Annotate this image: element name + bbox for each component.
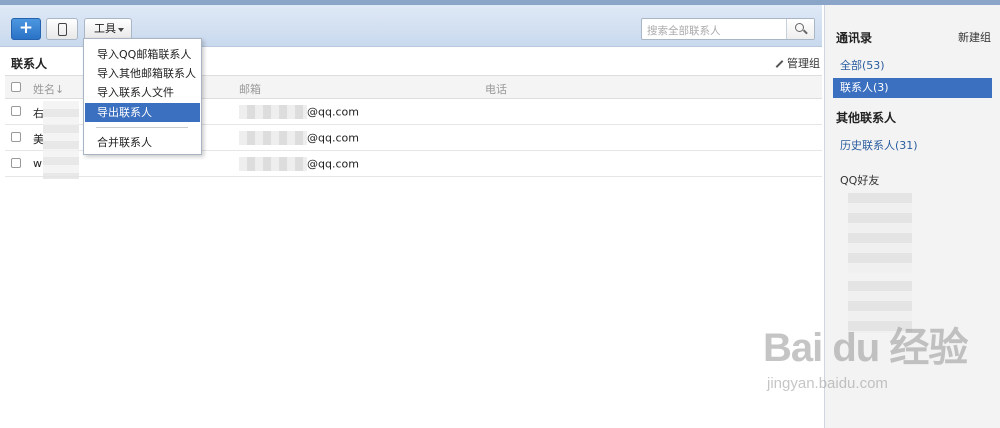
phone-icon — [58, 23, 67, 36]
select-all-checkbox[interactable] — [11, 82, 21, 92]
blurred-friends — [848, 193, 912, 273]
watermark: Bai du 经验 jingyan.baidu.com — [763, 315, 993, 415]
column-phone: 电话 — [485, 83, 507, 96]
search-placeholder: 搜索全部联系人 — [647, 25, 721, 37]
sidebar-title: 通讯录 — [836, 31, 873, 45]
column-name[interactable]: 姓名↓ — [33, 81, 64, 97]
sidebar-item-all[interactable]: 全部(53) — [833, 56, 992, 76]
contact-email: @qq.com — [239, 131, 359, 145]
menu-import-file[interactable]: 导入联系人文件 — [85, 83, 200, 102]
menu-merge-contacts[interactable]: 合并联系人 — [85, 133, 200, 152]
manage-groups-link[interactable]: 管理组 — [775, 55, 820, 71]
blurred-names — [43, 101, 79, 179]
sidebar-item-history[interactable]: 历史联系人(31) — [833, 136, 992, 156]
contact-name: w — [33, 157, 42, 170]
column-email: 邮箱 — [239, 83, 261, 96]
sidebar-item-qq-friends[interactable]: QQ好友 — [840, 172, 879, 188]
contact-email: @qq.com — [239, 105, 359, 119]
tools-dropdown-menu: 导入QQ邮箱联系人 导入其他邮箱联系人 导入联系人文件 导出联系人 合并联系人 — [83, 38, 202, 155]
row-checkbox[interactable] — [11, 158, 21, 168]
search-button[interactable] — [786, 19, 814, 39]
sidebar-item-contacts[interactable]: 联系人(3) — [833, 78, 992, 98]
menu-import-other[interactable]: 导入其他邮箱联系人 — [85, 64, 200, 83]
row-checkbox[interactable] — [11, 132, 21, 142]
mobile-sync-button[interactable] — [46, 18, 78, 40]
pencil-icon — [775, 60, 784, 68]
watermark-brand: Bai du 经验 — [763, 326, 968, 370]
menu-divider — [96, 127, 188, 128]
tools-label: 工具 — [94, 22, 116, 35]
menu-export-contacts[interactable]: 导出联系人 — [85, 103, 200, 122]
sidebar-heading-other: 其他联系人 — [836, 111, 897, 125]
watermark-url: jingyan.baidu.com — [767, 375, 888, 392]
menu-import-qq[interactable]: 导入QQ邮箱联系人 — [85, 45, 200, 64]
page-title: 联系人 — [11, 57, 48, 71]
new-group-link[interactable]: 新建组 — [958, 29, 991, 45]
contact-email: @qq.com — [239, 157, 359, 171]
row-checkbox[interactable] — [11, 106, 21, 116]
search-box[interactable]: 搜索全部联系人 — [641, 18, 815, 40]
tools-button[interactable]: 工具 — [84, 18, 132, 40]
chevron-down-icon — [118, 28, 124, 32]
add-contact-button[interactable]: + — [11, 18, 41, 40]
